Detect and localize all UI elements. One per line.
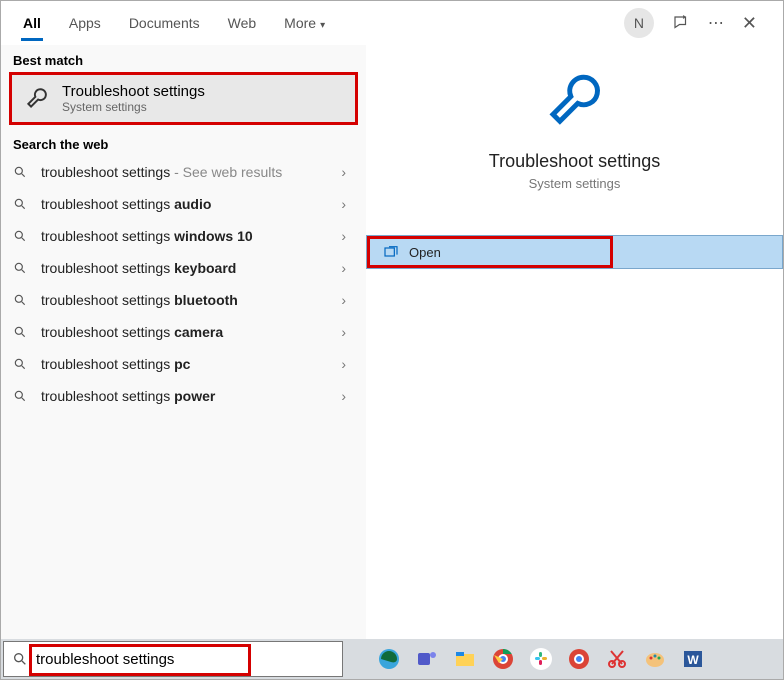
feedback-icon[interactable] — [672, 14, 690, 32]
tab-documents[interactable]: Documents — [115, 5, 214, 41]
taskbar-edge-icon[interactable] — [373, 643, 405, 675]
web-result-row[interactable]: troubleshoot settings keyboard › — [1, 252, 366, 284]
search-icon — [13, 165, 31, 179]
search-web-header: Search the web — [1, 129, 366, 156]
web-result-text: troubleshoot settings windows 10 — [41, 228, 341, 244]
taskbar: W — [1, 639, 783, 679]
open-icon — [383, 244, 399, 260]
svg-text:W: W — [687, 653, 699, 667]
web-result-row[interactable]: troubleshoot settings pc › — [1, 348, 366, 380]
chevron-down-icon: ▾ — [320, 20, 325, 31]
chevron-right-icon[interactable]: › — [341, 228, 354, 244]
taskbar-paint-icon[interactable] — [639, 643, 671, 675]
web-result-text: troubleshoot settings power — [41, 388, 341, 404]
detail-subtitle: System settings — [529, 176, 621, 191]
open-button[interactable]: Open — [366, 235, 783, 269]
web-result-row[interactable]: troubleshoot settings power › — [1, 380, 366, 412]
open-label: Open — [409, 245, 441, 260]
search-icon — [12, 651, 28, 667]
more-icon[interactable]: ⋯ — [708, 13, 724, 33]
web-result-row[interactable]: troubleshoot settings bluetooth › — [1, 284, 366, 316]
tab-apps[interactable]: Apps — [55, 5, 115, 41]
taskbar-slack-icon[interactable] — [525, 643, 557, 675]
web-result-text: troubleshoot settings audio — [41, 196, 341, 212]
web-result-text: troubleshoot settings camera — [41, 324, 341, 340]
web-result-row[interactable]: troubleshoot settings camera › — [1, 316, 366, 348]
chevron-right-icon[interactable]: › — [341, 388, 354, 404]
best-match-subtitle: System settings — [62, 100, 205, 114]
chevron-right-icon[interactable]: › — [341, 356, 354, 372]
search-icon — [13, 229, 31, 243]
best-match-header: Best match — [1, 45, 366, 72]
detail-title: Troubleshoot settings — [489, 151, 660, 172]
best-match-result[interactable]: Troubleshoot settings System settings — [9, 72, 358, 125]
taskbar-teams-icon[interactable] — [411, 643, 443, 675]
search-icon — [13, 389, 31, 403]
web-result-text: troubleshoot settings bluetooth — [41, 292, 341, 308]
search-icon — [13, 357, 31, 371]
search-icon — [13, 293, 31, 307]
wrench-icon — [24, 86, 50, 112]
taskbar-explorer-icon[interactable] — [449, 643, 481, 675]
search-box[interactable] — [3, 641, 343, 677]
search-icon — [13, 197, 31, 211]
highlight-box — [367, 236, 613, 268]
web-result-row[interactable]: troubleshoot settings - See web results … — [1, 156, 366, 188]
tab-all[interactable]: All — [9, 5, 55, 41]
search-input[interactable] — [36, 651, 334, 668]
taskbar-snip-icon[interactable] — [601, 643, 633, 675]
chevron-right-icon[interactable]: › — [341, 324, 354, 340]
taskbar-chrome-icon[interactable] — [487, 643, 519, 675]
close-icon[interactable]: ✕ — [742, 13, 757, 34]
tab-more[interactable]: More▾ — [270, 5, 339, 41]
chevron-right-icon[interactable]: › — [341, 196, 354, 212]
search-icon — [13, 261, 31, 275]
web-result-row[interactable]: troubleshoot settings audio › — [1, 188, 366, 220]
search-icon — [13, 325, 31, 339]
chevron-right-icon[interactable]: › — [341, 164, 354, 180]
web-result-text: troubleshoot settings keyboard — [41, 260, 341, 276]
web-result-text: troubleshoot settings pc — [41, 356, 341, 372]
best-match-title: Troubleshoot settings — [62, 83, 205, 100]
taskbar-chrome2-icon[interactable] — [563, 643, 595, 675]
taskbar-word-icon[interactable]: W — [677, 643, 709, 675]
wrench-icon — [542, 69, 608, 135]
web-result-row[interactable]: troubleshoot settings windows 10 › — [1, 220, 366, 252]
tab-web[interactable]: Web — [214, 5, 271, 41]
chevron-right-icon[interactable]: › — [341, 260, 354, 276]
chevron-right-icon[interactable]: › — [341, 292, 354, 308]
web-result-text: troubleshoot settings - See web results — [41, 164, 341, 180]
user-avatar[interactable]: N — [624, 8, 654, 38]
